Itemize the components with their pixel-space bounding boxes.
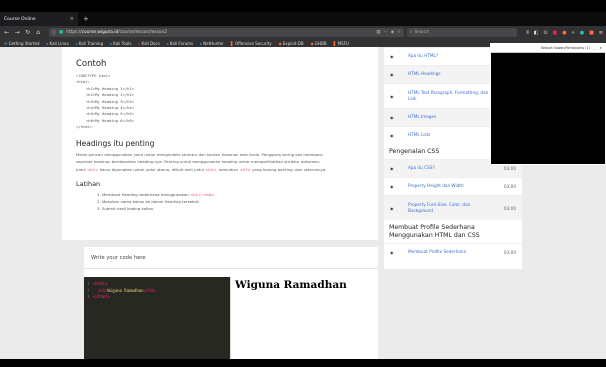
importance-paragraph: Mesin pencari menggunakan judul untuk me…: [76, 151, 327, 172]
bookmark-ghdb-icon: ◆: [310, 40, 314, 46]
example-heading: Contoh: [76, 59, 107, 69]
task-item: 3. Submit hasil koding kalian.: [97, 206, 155, 212]
tab-close-icon[interactable]: ×: [70, 16, 74, 22]
overflow-icon[interactable]: »: [572, 30, 575, 36]
forward-icon[interactable]: →: [13, 29, 20, 37]
bookmark-exploitdb-icon: ◆: [278, 40, 282, 46]
bookmark-kali-icon: ▸: [166, 40, 169, 46]
page-actions-icon[interactable]: ⋯: [383, 30, 387, 35]
floating-window-title: Sebuah Sawan/Participants (1): [540, 46, 590, 50]
extension-red-icon[interactable]: ■: [553, 30, 558, 36]
tab-title: Course Online: [4, 16, 36, 22]
bookmark-kali-icon: ▸: [110, 40, 113, 46]
bookmark-kali-icon: ▸: [75, 40, 78, 46]
close-icon[interactable]: ×: [599, 46, 602, 50]
toolbar-icons: ⫴ ◧ ⊙ ■ ● » ● ■ ≡: [526, 30, 603, 36]
code-line: </html>: [76, 124, 93, 130]
bookmark-item[interactable]: ▸Kali Training: [76, 41, 103, 46]
url-path: /course/lesson/lesson2: [118, 30, 167, 35]
screenshot-icon[interactable]: ⊙: [543, 30, 547, 36]
bookmark-item[interactable]: ▸NetHunter: [200, 41, 224, 46]
play-icon: ◉: [390, 54, 394, 59]
bookmark-kali-icon: ▸: [46, 40, 49, 46]
bookmark-offsec-icon: ▌: [230, 40, 234, 46]
floating-video-window[interactable]: Sebuah Sawan/Participants (1) _ ×: [490, 43, 606, 165]
bookmark-item[interactable]: ▌MSFU: [334, 41, 349, 46]
extension-orange-icon[interactable]: ●: [562, 30, 566, 36]
play-icon: ◉: [390, 250, 394, 255]
search-icon: ⌕: [409, 30, 413, 35]
site-info-icon[interactable]: ⓘ: [52, 30, 56, 36]
tab-strip: Course Online × +: [0, 12, 606, 26]
bookmark-item[interactable]: ▌Offensive Security: [231, 41, 272, 46]
top-black-bar: [0, 0, 606, 12]
editor-body: 1 <html> 2 <h1>Wiguna Ramadhan</h1> 3 </ht…: [84, 277, 378, 359]
play-icon: ◉: [390, 166, 394, 171]
bookmark-star-icon[interactable]: ☆: [397, 30, 401, 35]
play-icon: ◉: [390, 133, 394, 138]
preview-heading: Wiguna Ramadhan: [235, 279, 347, 291]
menu-icon[interactable]: ≡: [599, 30, 603, 36]
floating-window-titlebar[interactable]: Sebuah Sawan/Participants (1) _ ×: [491, 44, 605, 53]
reload-icon[interactable]: ↻: [24, 29, 31, 37]
syllabus-item[interactable]: ◉ Membuat Profile Sederhana 03:00: [384, 243, 522, 261]
exercise-heading: Latihan: [76, 180, 101, 189]
home-icon[interactable]: ⌂: [34, 29, 41, 37]
bookmark-item[interactable]: ▸Kali Forums: [167, 41, 193, 46]
syllabus-section-title: Membuat Profile Sederhana Menggunakan HT…: [389, 224, 480, 239]
library-icon[interactable]: ⫴: [526, 30, 528, 36]
bookmark-item[interactable]: ▸Kali Linux: [47, 41, 69, 46]
reader-view-icon[interactable]: ▤: [376, 30, 380, 35]
bottom-black-bar: [0, 359, 606, 367]
bookmark-msfu-icon: ▌: [333, 40, 337, 46]
minimize-icon[interactable]: _: [594, 46, 596, 50]
bookmark-item[interactable]: ◆GHDB: [311, 41, 327, 46]
play-icon: ◉: [390, 72, 394, 77]
url-protocol: https://: [66, 30, 82, 35]
browser-tab[interactable]: Course Online ×: [0, 12, 78, 26]
editor-title: Write your code here: [84, 247, 378, 269]
code-editor-card: Write your code here 1 <html> 2 <h1>Wigun…: [84, 247, 378, 359]
bookmark-kali-icon: ▸: [138, 40, 141, 46]
bookmark-gear-icon: ⚙: [4, 40, 8, 46]
preview-pane: Wiguna Ramadhan: [230, 277, 378, 359]
back-icon[interactable]: ←: [3, 29, 10, 37]
bookmark-item[interactable]: ▸Kali Tools: [110, 41, 131, 46]
exercise-tasks: 1. Membuat Heading sederhana menggunakan…: [76, 191, 364, 212]
bookmark-item[interactable]: ◆Exploit-DB: [279, 41, 304, 46]
search-placeholder: Search: [414, 30, 430, 35]
new-tab-icon[interactable]: +: [78, 12, 94, 26]
task-item: 1. Membuat Heading sederhana menggunakan…: [97, 192, 216, 198]
syllabus-item[interactable]: ◉ Property Height dan Width 03:00: [384, 177, 522, 195]
editor-line: 3 </html>: [87, 294, 110, 299]
url-host: course.wiguna.id: [81, 30, 119, 35]
bookmark-kali-icon: ▸: [200, 40, 203, 46]
play-icon: ◉: [390, 184, 394, 189]
bookmark-item[interactable]: ▸Kali Docs: [139, 41, 160, 46]
sidebar-icon[interactable]: ◧: [534, 30, 539, 36]
task-item: 2. Masukan nama kalian ke dalam Heading …: [97, 199, 200, 205]
syllabus-item[interactable]: ◉ Property Font-Size, Color, dan Backgro…: [384, 195, 522, 220]
extension-green-icon[interactable]: ●: [580, 30, 584, 36]
navigation-toolbar: ← → ↻ ⌂ ⓘ ■ https://course.wiguna.id/cou…: [0, 26, 606, 39]
play-icon: ◉: [390, 93, 394, 99]
lesson-card: Contoh <!DOCTYPE html> <html> <h1>My Hea…: [62, 47, 378, 240]
search-input[interactable]: ⌕ Search: [406, 28, 518, 37]
code-editor[interactable]: 1 <html> 2 <h1>Wiguna Ramadhan</h1> 3 </ht…: [84, 277, 230, 359]
pocket-icon[interactable]: ◈: [391, 30, 394, 35]
lock-icon: ■: [59, 30, 64, 35]
extension-orange2-icon[interactable]: ■: [589, 30, 594, 36]
url-bar[interactable]: ⓘ ■ https://course.wiguna.id/course/less…: [48, 28, 404, 37]
play-icon: ◉: [390, 205, 394, 211]
importance-heading: Headings itu penting: [76, 138, 155, 148]
bookmark-item[interactable]: ⚙Getting Started: [4, 41, 40, 46]
example-code: <!DOCTYPE html> <html> <h1>My Heading 1<…: [76, 73, 364, 131]
play-icon: ◉: [390, 115, 394, 120]
